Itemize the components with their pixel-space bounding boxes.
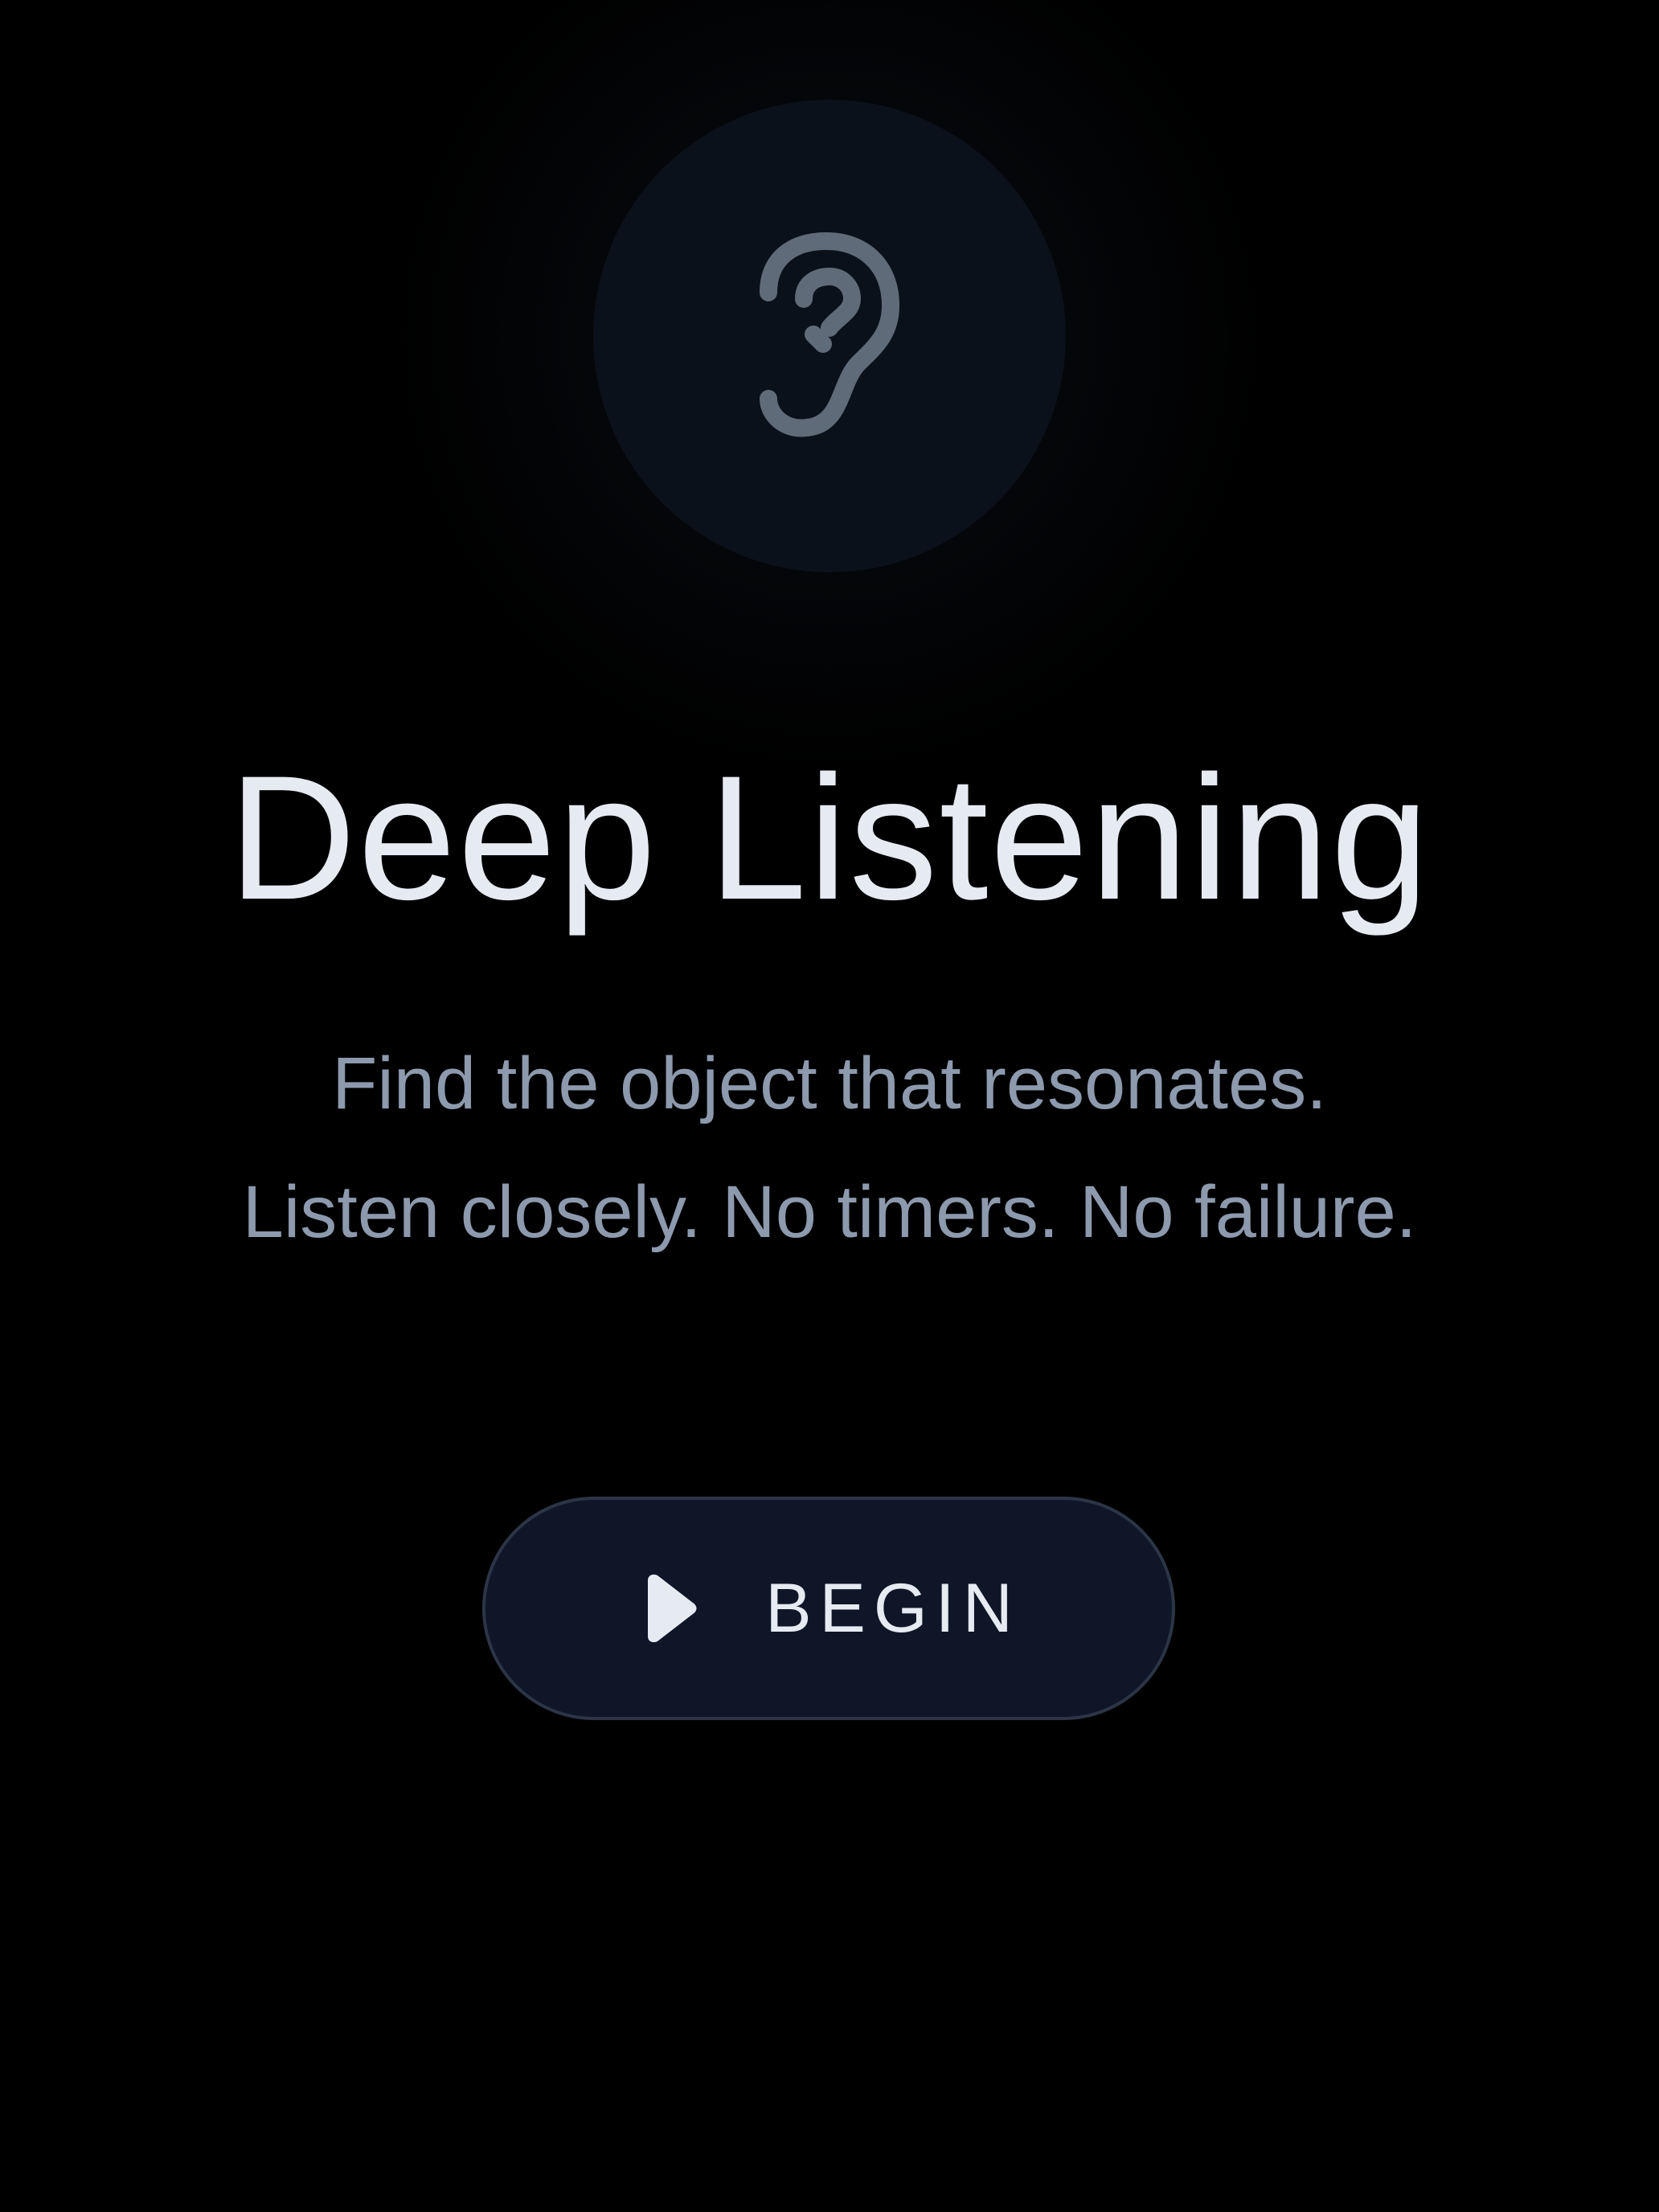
subtitle-line-1: Find the object that resonates. bbox=[332, 1043, 1327, 1124]
hero-icon-circle bbox=[593, 100, 1066, 572]
play-icon bbox=[648, 1574, 697, 1643]
begin-button[interactable]: BEGIN bbox=[482, 1497, 1175, 1720]
page-title: Deep Listening bbox=[228, 739, 1431, 936]
subtitle-line-2: Listen closely. No timers. No failure. bbox=[242, 1171, 1417, 1253]
begin-button-label: BEGIN bbox=[765, 1569, 1021, 1647]
subtitle: Find the object that resonates. Listen c… bbox=[0, 1019, 1659, 1276]
ear-icon bbox=[760, 232, 899, 437]
